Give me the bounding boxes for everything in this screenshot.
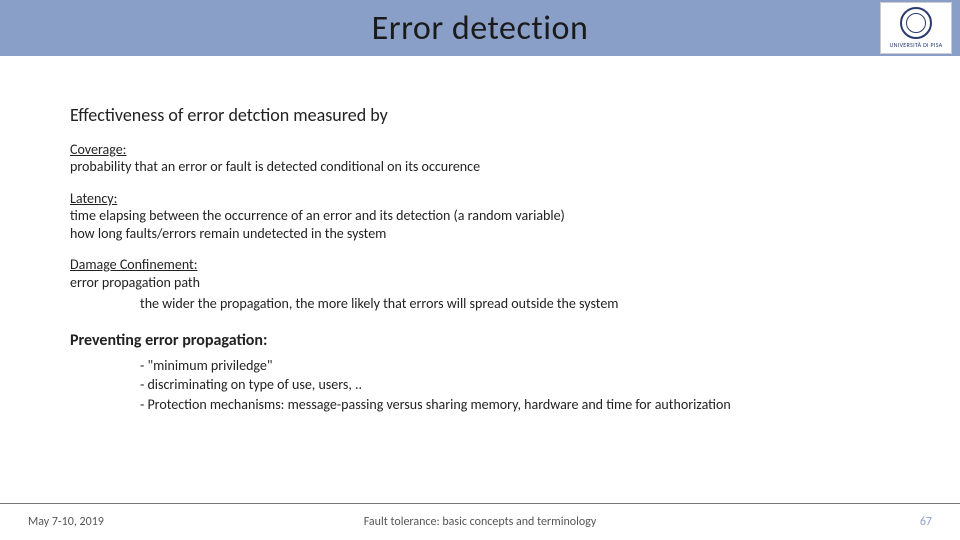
damage-line2: the wider the propagation, the more like… — [140, 295, 890, 313]
damage-label: Damage Confinement: — [70, 256, 890, 274]
university-name: UNIVERSITÀ DI PISA — [889, 41, 942, 49]
seal-icon — [900, 7, 932, 39]
latency-line2: how long faults/errors remain undetected… — [70, 225, 890, 243]
bullet-1: - "minimum priviledge" — [140, 357, 890, 375]
latency-line1: time elapsing between the occurrence of … — [70, 207, 890, 225]
slide-title: Error detection — [372, 8, 589, 49]
bullet-3: - Protection mechanisms: message-passing… — [140, 396, 890, 414]
coverage-label: Coverage: — [70, 141, 890, 159]
latency-label: Latency: — [70, 190, 890, 208]
footer-title: Fault tolerance: basic concepts and term… — [0, 515, 960, 529]
intro-heading: Effectiveness of error detction measured… — [70, 104, 890, 127]
slide: Error detection UNIVERSITÀ DI PISA Effec… — [0, 0, 960, 540]
coverage-section: Coverage: probability that an error or f… — [70, 141, 890, 176]
damage-section: Damage Confinement: error propagation pa… — [70, 256, 890, 313]
title-bar: Error detection UNIVERSITÀ DI PISA — [0, 0, 960, 56]
seal-inner-icon — [906, 13, 926, 33]
damage-line1: error propagation path — [70, 274, 890, 292]
preventing-heading: Preventing error propagation: — [70, 331, 890, 351]
coverage-desc: probability that an error or fault is de… — [70, 158, 890, 176]
latency-section: Latency: time elapsing between the occur… — [70, 190, 890, 243]
university-logo: UNIVERSITÀ DI PISA — [880, 2, 952, 54]
bullet-2: - discriminating on type of use, users, … — [140, 376, 890, 394]
slide-content: Effectiveness of error detction measured… — [0, 56, 960, 413]
footer: May 7-10, 2019 Fault tolerance: basic co… — [0, 504, 960, 540]
preventing-bullets: - "minimum priviledge" - discriminating … — [140, 357, 890, 414]
